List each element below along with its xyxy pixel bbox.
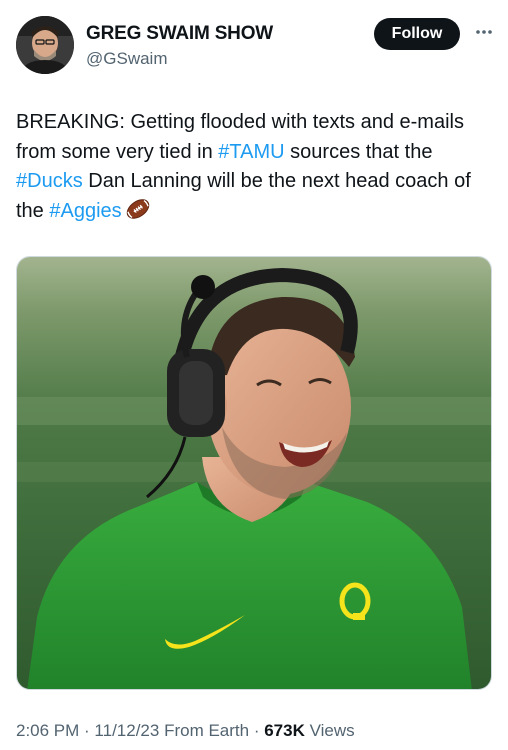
meta-separator: · xyxy=(249,721,265,740)
tweet-time[interactable]: 2:06 PM xyxy=(16,721,79,740)
tweet-header: GREG SWAIM SHOW @GSwaim Follow xyxy=(16,14,492,78)
coach-photo-illustration xyxy=(17,257,491,689)
tweet-text-part: sources that the xyxy=(284,140,433,163)
avatar[interactable] xyxy=(16,16,74,74)
tweet-source: From Earth xyxy=(159,721,250,740)
tweet-text: BREAKING: Getting flooded with texts and… xyxy=(16,108,492,229)
hashtag-aggies[interactable]: #Aggies xyxy=(49,200,121,222)
tweet-meta: 2:06 PM · 11/12/23 From Earth · 673K Vie… xyxy=(16,721,355,741)
meta-separator: · xyxy=(79,721,95,740)
author-name[interactable]: GREG SWAIM SHOW xyxy=(86,23,273,45)
american-football-icon xyxy=(125,198,151,230)
more-options-icon[interactable] xyxy=(470,18,498,46)
follow-button[interactable]: Follow xyxy=(374,18,460,50)
tweet-date[interactable]: 11/12/23 xyxy=(94,721,159,740)
views-label: Views xyxy=(304,721,355,740)
tweet-photo[interactable] xyxy=(16,256,492,690)
author-handle[interactable]: @GSwaim xyxy=(86,49,168,69)
views-count[interactable]: 673K xyxy=(264,721,305,740)
hashtag-tamu[interactable]: #TAMU xyxy=(218,141,284,163)
hashtag-ducks[interactable]: #Ducks xyxy=(16,170,83,192)
